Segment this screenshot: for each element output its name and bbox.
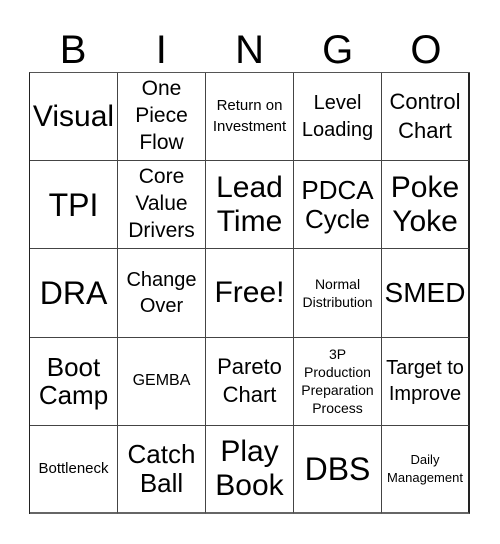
header-letter-b: B — [59, 28, 87, 72]
header-letter-g: G — [322, 28, 354, 72]
bingo-cell[interactable]: SMED — [382, 249, 470, 338]
bingo-cell[interactable]: Lead Time — [206, 161, 294, 250]
header-letter-o: O — [410, 28, 442, 72]
bingo-cell[interactable]: Poke Yoke — [382, 161, 470, 250]
bingo-cell[interactable]: Normal Distribution — [294, 249, 382, 338]
bingo-header: B I N G O — [29, 28, 470, 72]
bingo-free-cell[interactable]: Free! — [206, 249, 294, 338]
bingo-cell[interactable]: PDCA Cycle — [294, 161, 382, 250]
bingo-cell[interactable]: Pareto Chart — [206, 337, 294, 426]
bingo-cell[interactable]: TPI — [30, 161, 118, 250]
bingo-cell[interactable]: Level Loading — [294, 73, 382, 162]
bingo-cell[interactable]: Bottleneck — [30, 425, 118, 514]
header-letter-n: N — [235, 28, 264, 72]
bingo-cell[interactable]: Boot Camp — [30, 337, 118, 426]
bingo-cell[interactable]: Change Over — [118, 249, 206, 338]
bingo-cell[interactable]: DRA — [30, 249, 118, 338]
bingo-cell[interactable]: GEMBA — [118, 337, 206, 426]
bingo-cell[interactable]: One Piece Flow — [118, 73, 206, 162]
bingo-cell[interactable]: Control Chart — [382, 73, 470, 162]
header-letter-i: I — [155, 28, 167, 72]
bingo-cell[interactable]: Catch Ball — [118, 425, 206, 514]
bingo-cell[interactable]: Return on Investment — [206, 73, 294, 162]
bingo-card-grid: Visual One Piece Flow Return on Investme… — [29, 72, 470, 514]
bingo-cell[interactable]: DBS — [294, 425, 382, 514]
bingo-cell[interactable]: Play Book — [206, 425, 294, 514]
bingo-cell[interactable]: Target to Improve — [382, 337, 470, 426]
bingo-cell[interactable]: Core Value Drivers — [118, 161, 206, 250]
bingo-cell[interactable]: 3P Production Preparation Process — [294, 337, 382, 426]
bingo-cell[interactable]: Visual — [30, 73, 118, 162]
bingo-cell[interactable]: Daily Management — [382, 425, 470, 514]
